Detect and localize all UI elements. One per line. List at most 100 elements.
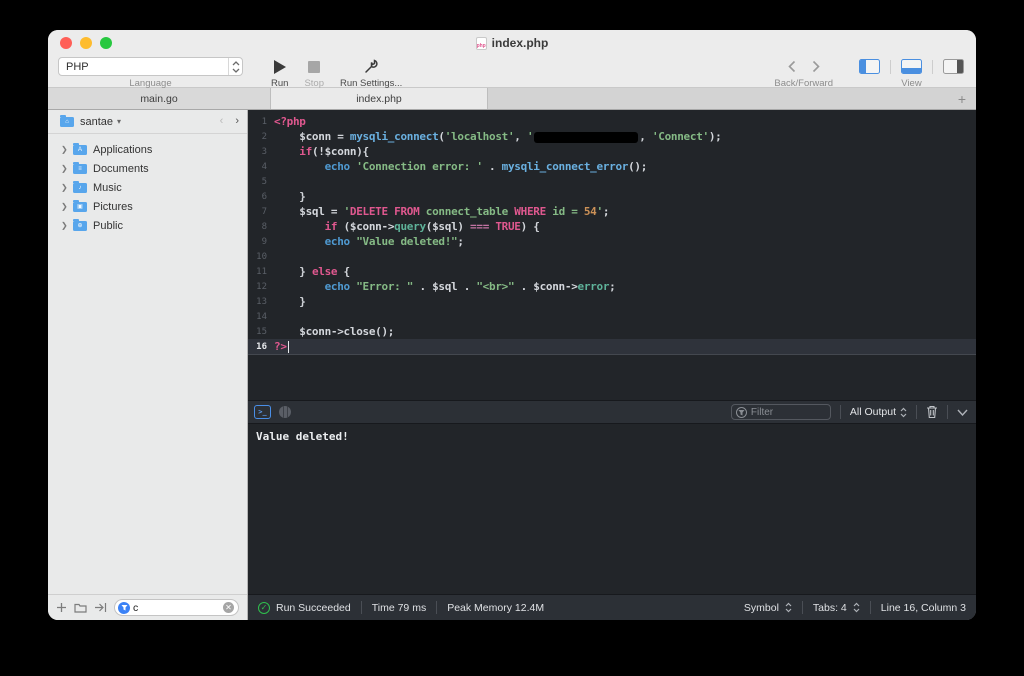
console-output[interactable]: Value deleted! xyxy=(248,424,976,594)
collapse-console-icon[interactable] xyxy=(957,409,968,416)
line-number: 15 xyxy=(256,326,267,337)
window-title: index.php xyxy=(491,36,549,50)
line-number: 4 xyxy=(261,161,267,172)
run-button[interactable]: Run xyxy=(271,57,288,89)
disclosure-chevron-icon[interactable]: ❯ xyxy=(61,183,73,192)
line-number: 13 xyxy=(256,296,267,307)
code-line[interactable]: 15 $conn->close(); xyxy=(248,324,976,339)
sidebar-item-label: Documents xyxy=(93,162,149,175)
code-line[interactable]: 8 if ($conn->query($sql) === TRUE) { xyxy=(248,219,976,234)
view-inspector-toggle[interactable] xyxy=(943,59,964,74)
reveal-file-button[interactable] xyxy=(94,602,107,613)
peak-memory: Peak Memory 12.4M xyxy=(447,601,545,614)
line-number: 12 xyxy=(256,281,267,292)
output-scope-select[interactable]: All Output xyxy=(850,406,907,418)
code-line[interactable]: 13 } xyxy=(248,294,976,309)
line-number: 7 xyxy=(261,206,267,217)
console-toolbar: >_ Filter All Output xyxy=(248,400,976,424)
code-line[interactable]: 9 echo "Value deleted!"; xyxy=(248,234,976,249)
forward-icon[interactable] xyxy=(812,60,820,73)
console-filter-placeholder: Filter xyxy=(750,406,774,418)
web-preview-icon[interactable] xyxy=(279,406,291,418)
line-number: 2 xyxy=(261,131,267,142)
caret-position: Line 16, Column 3 xyxy=(880,601,966,614)
disclosure-chevron-icon[interactable]: ❯ xyxy=(61,221,73,230)
clear-filter-button[interactable]: ✕ xyxy=(223,602,234,613)
code-line[interactable]: 4 echo 'Connection error: ' . mysqli_con… xyxy=(248,159,976,174)
folder-icon: A xyxy=(73,142,87,155)
file-sidebar: ⌂ santae ▾ ‹ › ❯ A Applications ❯ ≡ Documents… xyxy=(48,110,248,620)
file-list: ❯ A Applications ❯ ≡ Documents ❯ ♪ Music ❯ ▣ Pictur… xyxy=(48,134,247,235)
view-console-toggle[interactable] xyxy=(901,59,922,74)
redacted-text xyxy=(534,132,639,143)
sidebar-item-documents[interactable]: ❯ ≡ Documents xyxy=(48,159,247,178)
close-button[interactable] xyxy=(60,37,72,49)
minimize-button[interactable] xyxy=(80,37,92,49)
disclosure-chevron-icon[interactable]: ❯ xyxy=(61,145,73,154)
code-editor[interactable]: 1 <?php 2 $conn = mysqli_connect('localhos… xyxy=(248,110,976,400)
line-number: 6 xyxy=(261,191,267,202)
title-bar[interactable]: php index.php xyxy=(48,30,976,56)
line-number: 8 xyxy=(261,221,267,232)
stepper-icon xyxy=(785,602,792,613)
folder-icon: ♪ xyxy=(73,180,87,193)
code-line[interactable]: 12 echo "Error: " . $sql . "<br>" . $con… xyxy=(248,279,976,294)
sidebar-root-selector[interactable]: ⌂ santae ▾ ‹ › xyxy=(48,110,247,134)
run-settings-button[interactable]: Run Settings... xyxy=(340,57,402,89)
back-icon[interactable] xyxy=(788,60,796,73)
tab-index-php[interactable]: index.php xyxy=(271,88,488,109)
clear-console-button[interactable] xyxy=(926,405,938,419)
code-line[interactable]: 16 ?> xyxy=(248,339,976,354)
output-scope-value: All Output xyxy=(849,406,896,418)
language-select[interactable]: PHP xyxy=(58,57,243,76)
zoom-button[interactable] xyxy=(100,37,112,49)
filter-icon xyxy=(118,601,130,614)
view-sidebar-toggle[interactable] xyxy=(859,59,880,74)
toolbar: PHP Language Run Stop Run Settings... Ba… xyxy=(48,56,976,89)
console-filter-input[interactable]: Filter xyxy=(730,404,831,420)
sidebar-item-public[interactable]: ❯ ⊕ Public xyxy=(48,216,247,235)
folder-icon: ▣ xyxy=(73,199,87,212)
code-line[interactable]: 7 $sql = 'DELETE FROM connect_table WHER… xyxy=(248,204,976,219)
disclosure-chevron-icon[interactable]: ❯ xyxy=(61,164,73,173)
sidebar-forward-icon[interactable]: › xyxy=(235,116,239,127)
line-number: 3 xyxy=(261,146,267,157)
sidebar-item-applications[interactable]: ❯ A Applications xyxy=(48,140,247,159)
new-tab-button[interactable]: + xyxy=(958,91,966,107)
sidebar-item-music[interactable]: ❯ ♪ Music xyxy=(48,178,247,197)
line-number: 11 xyxy=(256,266,267,277)
code-line[interactable]: 3 if(!$conn){ xyxy=(248,144,976,159)
code-line[interactable]: 10 xyxy=(248,249,976,264)
console-tab-icon[interactable]: >_ xyxy=(254,405,271,419)
tabs-count-label: Tabs: 4 xyxy=(812,601,847,614)
text-caret xyxy=(287,341,289,353)
symbol-select[interactable]: Symbol xyxy=(744,602,792,614)
new-folder-button[interactable] xyxy=(74,602,87,613)
sidebar-item-label: Pictures xyxy=(93,200,133,213)
add-file-button[interactable] xyxy=(56,602,67,613)
code-line[interactable]: 11 } else { xyxy=(248,264,976,279)
tab-width-select[interactable]: Tabs: 4 xyxy=(813,602,860,614)
back-forward-control: Back/Forward xyxy=(774,57,833,89)
line-number: 16 xyxy=(256,341,267,352)
code-line[interactable]: 6 } xyxy=(248,189,976,204)
folder-icon: ⊕ xyxy=(73,218,87,231)
tab-main-go[interactable]: main.go xyxy=(48,88,271,109)
disclosure-chevron-icon[interactable]: ❯ xyxy=(61,202,73,211)
code-line[interactable]: 14 xyxy=(248,309,976,324)
tab-label: index.php xyxy=(356,92,402,105)
sidebar-item-label: Music xyxy=(93,181,122,194)
code-line[interactable]: 1 <?php xyxy=(248,114,976,129)
console-filter-icon xyxy=(735,406,747,418)
code-line[interactable]: 5 xyxy=(248,174,976,189)
sidebar-item-pictures[interactable]: ❯ ▣ Pictures xyxy=(48,197,247,216)
line-number: 10 xyxy=(256,251,267,262)
document-icon: php xyxy=(475,36,487,50)
filter-value: c xyxy=(133,601,139,614)
sidebar-item-label: Public xyxy=(93,219,123,232)
code-line[interactable]: 2 $conn = mysqli_connect('localhost', ',… xyxy=(248,129,976,144)
sidebar-filter-input[interactable]: c ✕ xyxy=(114,599,239,616)
console-output-text: Value deleted! xyxy=(256,430,349,443)
folder-icon: ≡ xyxy=(73,161,87,174)
stepper-icon xyxy=(853,602,860,613)
